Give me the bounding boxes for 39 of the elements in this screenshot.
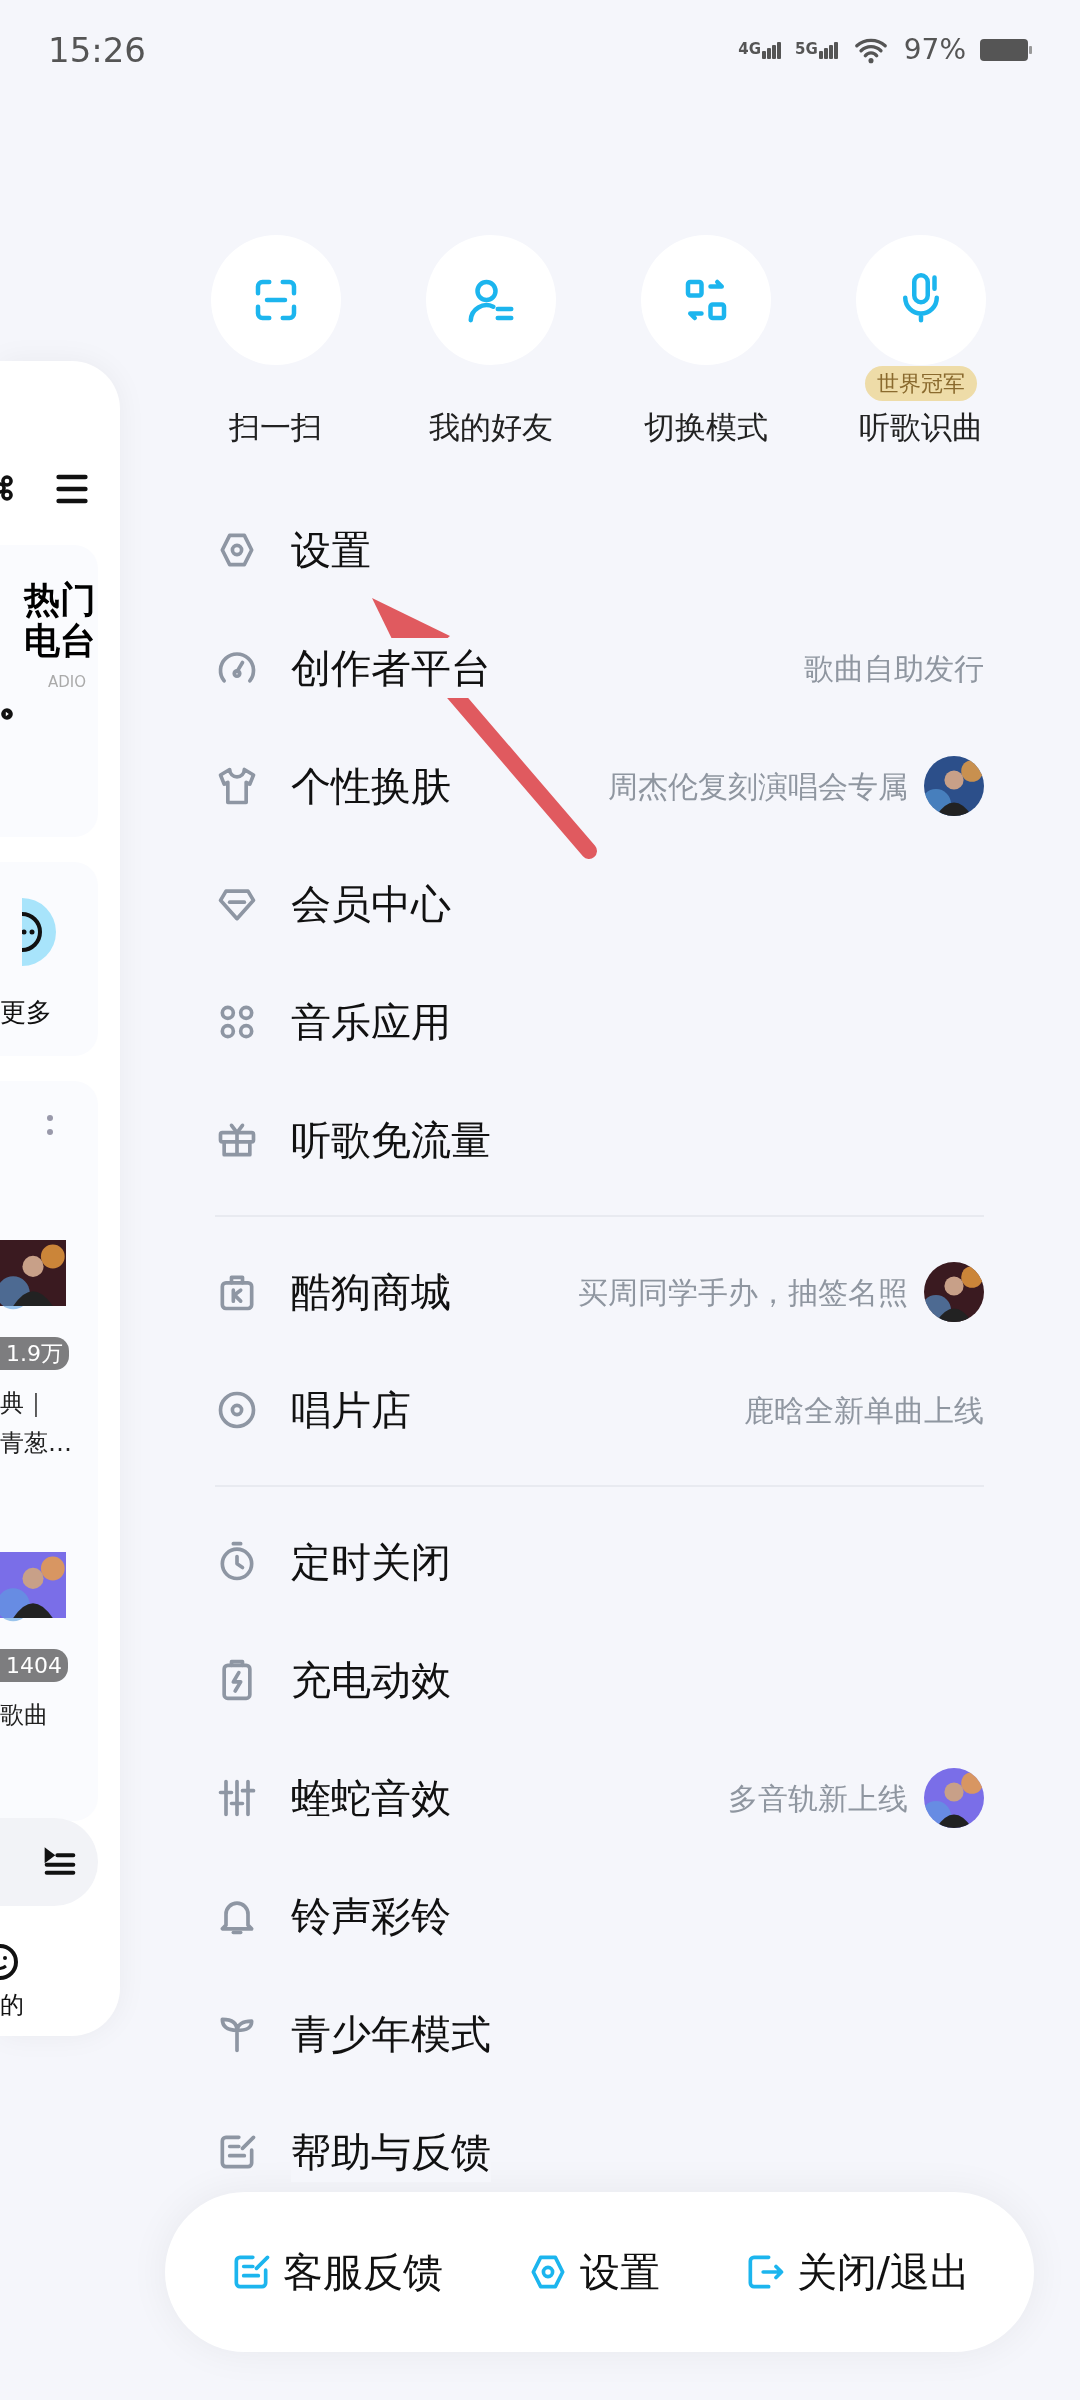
menu-item[interactable]: 蝰蛇音效 多音轨新上线: [215, 1768, 984, 1828]
menu-item[interactable]: 音乐应用: [215, 992, 984, 1052]
quick-action-label: 我的好友: [428, 408, 553, 447]
menu-item[interactable]: 充电动效: [215, 1650, 984, 1710]
menu-item[interactable]: 帮助与反馈: [215, 2122, 984, 2182]
playlist-title: 歌曲: [0, 1700, 48, 1731]
menu-item[interactable]: 设置: [215, 520, 984, 580]
badge: 世界冠军: [864, 366, 977, 401]
playlist-title: 青葱…: [0, 1428, 72, 1459]
play-count: 1404: [0, 1649, 68, 1682]
bottom-bar-button[interactable]: 关闭/退出: [742, 2242, 970, 2302]
tab-label: 的: [0, 1990, 24, 2021]
menu-hint: 鹿晗全新单曲上线: [744, 1391, 984, 1430]
quick-action-label: 扫一扫: [229, 408, 322, 447]
quick-action-label: 切换模式: [643, 408, 768, 447]
more-label: 更多: [0, 996, 52, 1029]
card-title: 电台: [24, 621, 96, 661]
menu-item[interactable]: 铃声彩铃: [215, 1886, 984, 1946]
menu-item[interactable]: 唱片店 鹿晗全新单曲上线: [215, 1380, 984, 1440]
playlist-title: 典｜: [0, 1388, 48, 1419]
menu-hint: 买周同学手办，抽签名照: [578, 1273, 908, 1312]
bottom-bar-button[interactable]: 设置: [525, 2242, 660, 2302]
bottom-bar-button[interactable]: 客服反馈: [229, 2242, 443, 2302]
quick-action-label: 听歌识曲: [858, 408, 983, 447]
menu-item[interactable]: 创作者平台 歌曲自助发行: [215, 638, 984, 698]
battery-percent: 97%: [903, 32, 966, 68]
play-count: 1.9万: [0, 1337, 69, 1370]
menu-item[interactable]: 个性换肤 周杰伦复刻演唱会专属: [215, 756, 984, 816]
menu-item[interactable]: 酷狗商城 买周同学手办，抽签名照: [215, 1262, 984, 1322]
menu-item[interactable]: 定时关闭: [215, 1532, 984, 1592]
menu-hint: 多音轨新上线: [728, 1779, 908, 1818]
clock: 15:26: [48, 28, 146, 72]
menu-hint: 歌曲自助发行: [804, 649, 984, 688]
menu-item[interactable]: 青少年模式: [215, 2004, 984, 2064]
menu-hint: 周杰伦复刻演唱会专属: [608, 767, 908, 806]
card-subtitle: ADIO: [47, 672, 86, 693]
menu-item[interactable]: 会员中心: [215, 874, 984, 934]
card-title: 热门: [24, 580, 96, 620]
menu-item[interactable]: 听歌免流量: [215, 1110, 984, 1170]
